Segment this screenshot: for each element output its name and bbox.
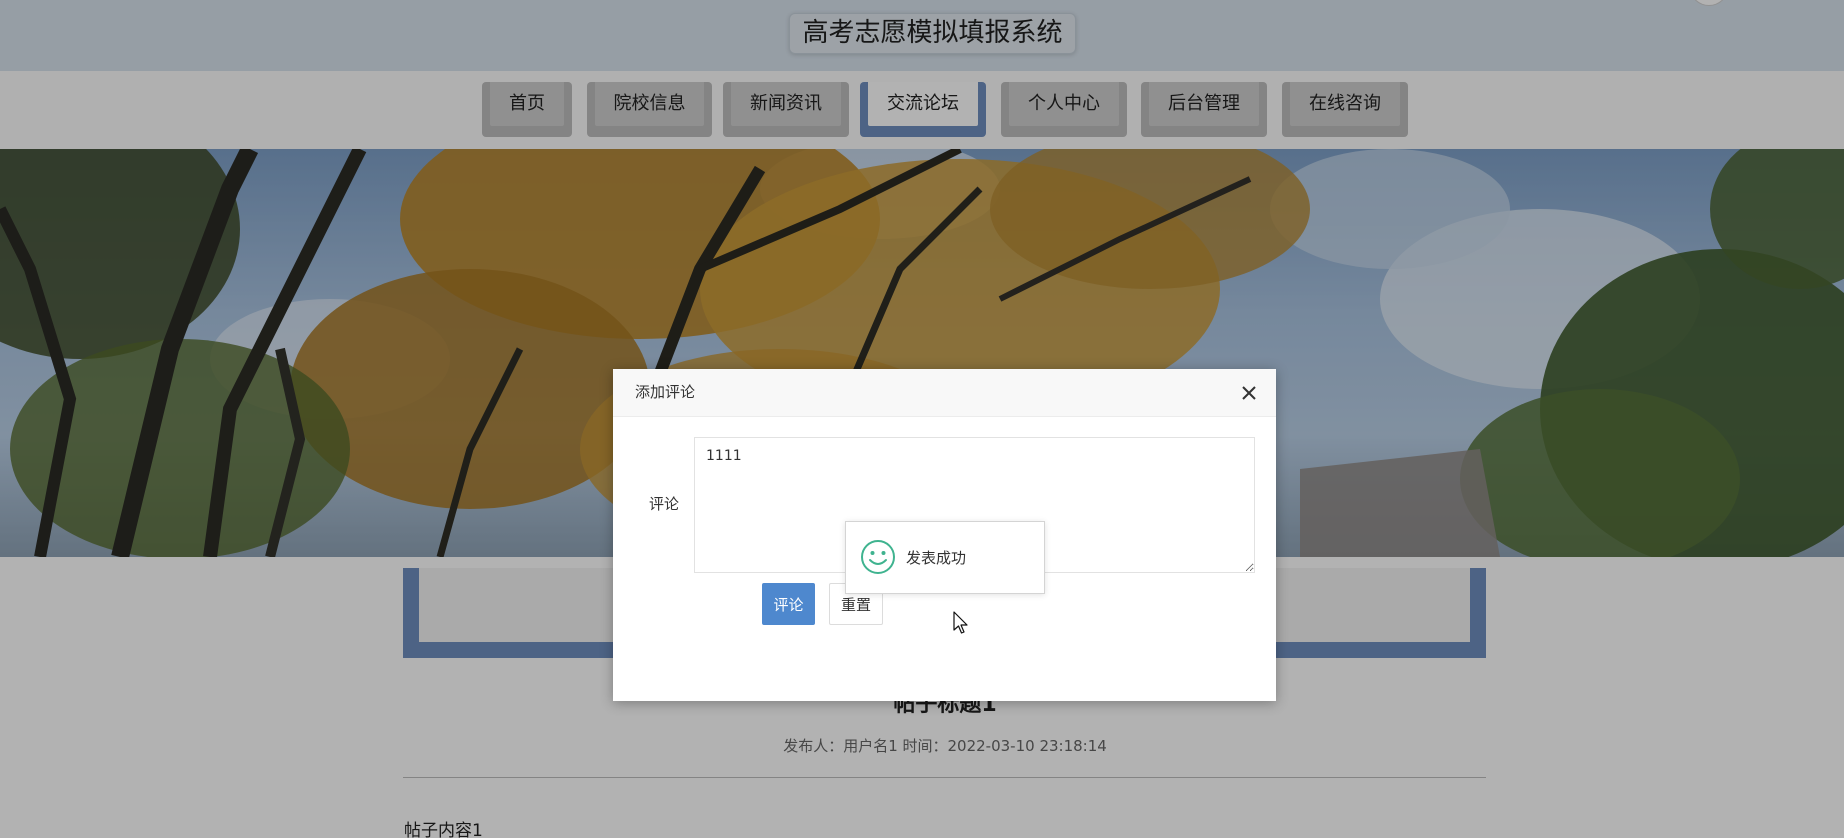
toast-message: 发表成功 (906, 549, 967, 567)
smile-icon (861, 540, 895, 574)
close-icon[interactable] (1238, 382, 1260, 404)
mouse-cursor-icon (953, 611, 968, 634)
dialog-title: 添加评论 (635, 383, 696, 401)
dialog-header: 添加评论 (613, 369, 1276, 417)
page-root: 高考志愿模拟填报系统 首页 院校信息 新闻资讯 交流论坛 个人中心 后台管理 在… (0, 0, 1844, 838)
success-toast: 发表成功 (845, 521, 1045, 594)
comment-label: 评论 (649, 495, 680, 513)
submit-comment-button[interactable]: 评论 (762, 583, 815, 625)
